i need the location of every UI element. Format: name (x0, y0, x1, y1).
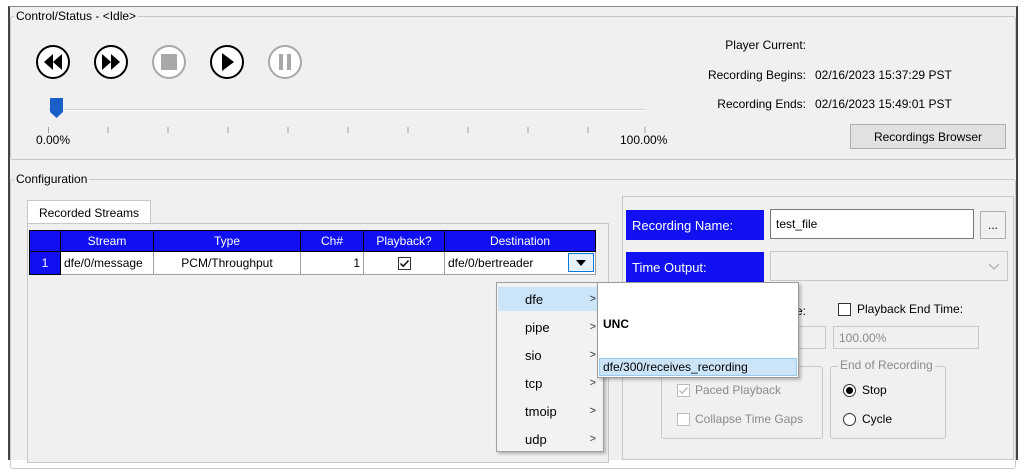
streams-table: Stream Type Ch# Playback? Destination 1 … (29, 230, 596, 275)
stop-radio[interactable] (843, 384, 856, 397)
column-header-playback[interactable]: Playback? (363, 230, 445, 252)
pause-button[interactable] (268, 45, 302, 79)
playback-slider-track[interactable] (48, 109, 645, 111)
type-cell[interactable]: PCM/Throughput (153, 251, 301, 275)
chevron-down-icon (576, 259, 586, 266)
table-row[interactable]: 1 dfe/0/message PCM/Throughput 1 dfe/0/b… (29, 251, 596, 275)
playback-end-time-checkbox[interactable] (838, 303, 851, 316)
stop-button[interactable] (152, 45, 186, 79)
chevron-right-icon: > (589, 433, 596, 445)
configuration-title: Configuration (14, 172, 90, 186)
time-output-select[interactable] (770, 251, 1008, 281)
table-header-row: Stream Type Ch# Playback? Destination (29, 230, 596, 252)
play-button[interactable] (210, 45, 244, 79)
recording-ends-value: 02/16/2023 15:49:01 PST (815, 97, 952, 111)
cycle-radio[interactable] (843, 413, 856, 426)
column-header-index (29, 230, 61, 252)
play-icon (222, 53, 234, 71)
end-of-recording-title: End of Recording (838, 358, 935, 372)
menu-item-sio[interactable]: sio > (498, 343, 602, 367)
cycle-radio-label: Cycle (862, 412, 893, 426)
playback-cell[interactable] (363, 251, 445, 275)
collapse-time-gaps-checkbox[interactable] (677, 413, 690, 426)
stream-cell[interactable]: dfe/0/message (60, 251, 154, 275)
tab-recorded-streams[interactable]: Recorded Streams (27, 200, 151, 224)
column-header-stream[interactable]: Stream (60, 230, 154, 252)
player-current-label: Player Current: (725, 38, 806, 52)
row-index: 1 (41, 256, 49, 270)
chevron-right-icon: > (589, 293, 596, 305)
destination-dropdown-menu: dfe > pipe > sio > tcp > tmoip > udp > (496, 282, 604, 452)
stop-icon (161, 54, 177, 70)
row-index-cell: 1 (29, 251, 61, 275)
chevron-right-icon: > (589, 321, 596, 333)
tab-recorded-streams-label: Recorded Streams (38, 205, 140, 220)
playback-end-time-label: Playback End Time: (857, 302, 964, 316)
recording-name-browse-button[interactable]: ... (980, 211, 1006, 239)
recording-begins-label: Recording Begins: (707, 68, 806, 82)
submenu-header-unc: UNC (603, 317, 629, 331)
recordings-browser-button[interactable]: Recordings Browser (850, 124, 1006, 149)
radio-selected-dot (846, 387, 853, 394)
playback-slider-thumb[interactable] (50, 98, 63, 118)
destination-value: dfe/0/bertreader (448, 256, 534, 270)
rewind-icon (44, 54, 62, 70)
collapse-time-gaps-label: Collapse Time Gaps (695, 412, 804, 426)
column-header-type[interactable]: Type (153, 230, 301, 252)
destination-dropdown-button[interactable] (568, 253, 594, 272)
recording-name-input[interactable]: test_file (770, 209, 974, 239)
streams-table-wrap: Stream Type Ch# Playback? Destination 1 … (29, 230, 596, 275)
destination-cell[interactable]: dfe/0/bertreader (444, 251, 596, 275)
column-header-destination[interactable]: Destination (444, 230, 596, 252)
fast-forward-icon (102, 54, 120, 70)
playback-checkbox[interactable] (397, 257, 411, 271)
destination-submenu: UNC dfe/300/receives_recording (597, 282, 799, 378)
checkmark-icon (679, 387, 689, 395)
time-output-label: Time Output: (626, 252, 764, 282)
menu-item-tcp[interactable]: tcp > (498, 371, 602, 395)
menu-item-dfe[interactable]: dfe > (498, 287, 602, 311)
control-status-title: Control/Status - <Idle> (14, 9, 139, 23)
playback-end-time-input[interactable]: 100.00% (833, 326, 979, 349)
slider-ticks (48, 122, 648, 133)
slider-min-label: 0.00% (36, 133, 71, 147)
slider-max-label: 100.00% (620, 133, 668, 147)
pause-icon (279, 54, 291, 70)
end-of-recording-group (830, 366, 946, 439)
chevron-right-icon: > (589, 405, 596, 417)
submenu-item-receives-recording[interactable]: dfe/300/receives_recording (599, 358, 797, 376)
fast-forward-button[interactable] (94, 45, 128, 79)
chevron-right-icon: > (589, 349, 596, 361)
recording-name-label: Recording Name: (626, 210, 764, 240)
menu-item-pipe[interactable]: pipe > (498, 315, 602, 339)
chevron-right-icon: > (589, 377, 596, 389)
menu-item-udp[interactable]: udp > (498, 427, 602, 451)
menu-item-tmoip[interactable]: tmoip > (498, 399, 602, 423)
rewind-button[interactable] (36, 45, 70, 79)
recording-ends-label: Recording Ends: (717, 97, 806, 111)
paced-playback-label: Paced Playback (695, 383, 782, 397)
column-header-ch[interactable]: Ch# (300, 230, 364, 252)
stop-radio-label: Stop (862, 383, 887, 397)
chevron-down-icon (989, 264, 999, 270)
ch-cell[interactable]: 1 (300, 251, 364, 275)
recording-begins-value: 02/16/2023 15:37:29 PST (815, 68, 952, 82)
